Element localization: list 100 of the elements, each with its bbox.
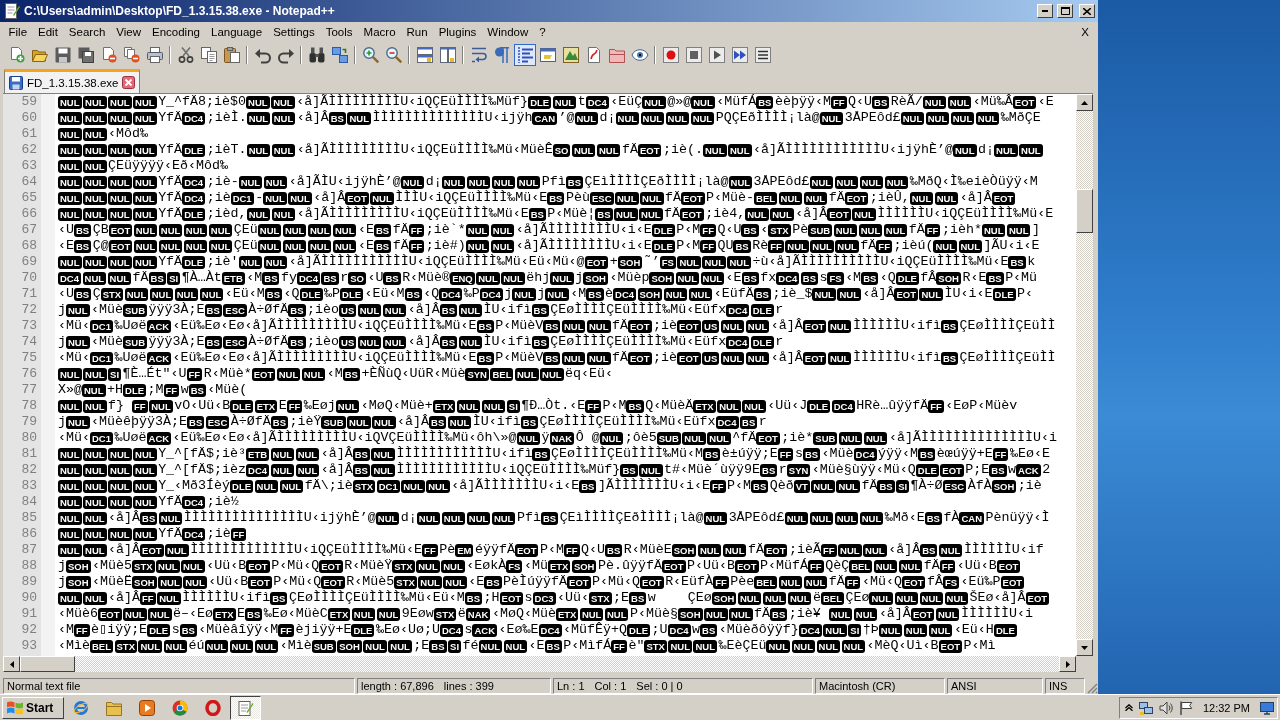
code-text: ‹å]ÃÌÌÌÌÌÌÌÌÌU‹iQÇEüÌÌÌÌ‰Müf} xyxy=(296,94,529,110)
notepad-icon[interactable] xyxy=(230,695,261,720)
control-char: FF xyxy=(924,223,941,237)
code-text: ‹MøQ‹Müè+ xyxy=(360,398,433,414)
wheel-icon[interactable] xyxy=(171,699,188,716)
close-button[interactable] xyxy=(1079,4,1095,18)
clipboard-icon[interactable] xyxy=(223,46,240,63)
scrollbar-thumb[interactable] xyxy=(1076,189,1093,233)
menu-item[interactable]: Window xyxy=(481,24,534,40)
menu-item[interactable]: Run xyxy=(401,24,434,40)
control-char: BS xyxy=(328,111,346,125)
menu-item[interactable]: Tools xyxy=(320,24,359,40)
control-char: DC4 xyxy=(667,623,691,637)
start-button[interactable]: Start xyxy=(2,696,64,719)
control-char: NUL xyxy=(953,143,977,157)
scroll-right-button[interactable] xyxy=(1059,656,1076,672)
zoom-in-icon[interactable] xyxy=(362,46,379,63)
network-icon[interactable] xyxy=(1138,700,1153,715)
scissors-icon[interactable] xyxy=(177,46,194,63)
minimize-button[interactable] xyxy=(1037,4,1053,18)
ring-icon[interactable] xyxy=(204,699,221,716)
code-text: ;ôè5 xyxy=(624,430,657,446)
code-text: ÌU‹i‹E xyxy=(944,286,993,302)
control-char: NUL xyxy=(642,95,666,109)
fast-forward-icon[interactable] xyxy=(731,46,748,63)
menu-item[interactable]: Settings xyxy=(267,24,321,40)
side-windows-icon[interactable] xyxy=(439,46,456,63)
close-document-control[interactable]: X xyxy=(1077,24,1093,40)
undo-icon[interactable] xyxy=(254,46,271,63)
control-char: ENQ xyxy=(450,271,475,285)
maximize-button[interactable] xyxy=(1057,4,1073,18)
control-char: BS xyxy=(374,239,392,253)
stacked-windows-icon[interactable] xyxy=(416,46,433,63)
squares-arrow-icon[interactable] xyxy=(331,46,348,63)
control-char: NUL xyxy=(375,511,400,525)
notepad-icon[interactable] xyxy=(4,3,20,19)
menu-item[interactable]: Macro xyxy=(358,24,402,40)
record-icon[interactable] xyxy=(662,46,679,63)
word-wrap-icon[interactable] xyxy=(470,46,487,63)
redo-icon[interactable] xyxy=(277,46,294,63)
folder-icon[interactable] xyxy=(105,699,122,716)
file-minus-icon[interactable] xyxy=(100,46,117,63)
window-icon[interactable] xyxy=(539,46,556,63)
play-tile-icon[interactable] xyxy=(138,699,155,716)
code-text: ‹å]Â xyxy=(888,542,921,558)
control-char: NUL xyxy=(388,639,412,653)
menu-item[interactable]: View xyxy=(110,24,147,40)
vertical-scrollbar[interactable] xyxy=(1076,94,1093,656)
map-icon[interactable] xyxy=(562,46,579,63)
files-minus-icon[interactable] xyxy=(123,46,140,63)
curve-document-icon[interactable] xyxy=(585,46,602,63)
control-char: BS xyxy=(352,447,370,461)
zoom-out-icon[interactable] xyxy=(385,46,402,63)
horizontal-scrollbar[interactable] xyxy=(3,656,1076,672)
resize-grip-icon[interactable] xyxy=(1087,683,1098,694)
control-char: EOT xyxy=(1000,575,1025,589)
scroll-down-button[interactable] xyxy=(1076,639,1093,656)
control-char: NUL xyxy=(295,447,320,461)
play-icon[interactable] xyxy=(708,46,725,63)
eye-icon[interactable] xyxy=(631,46,648,63)
menu-item[interactable]: File xyxy=(3,24,33,40)
scrollbar-thumb[interactable] xyxy=(20,656,75,672)
flag-icon[interactable] xyxy=(1178,700,1193,715)
control-char: NUL xyxy=(133,527,157,541)
menu-item[interactable]: Edit xyxy=(32,24,64,40)
control-char: BS xyxy=(321,271,339,285)
menu-item[interactable]: Plugins xyxy=(433,24,482,40)
binoculars-icon[interactable] xyxy=(308,46,325,63)
menu-item[interactable]: Search xyxy=(63,24,111,40)
menu-item[interactable]: ? xyxy=(533,24,552,40)
control-char: NUL xyxy=(58,175,82,189)
orbit-icon[interactable] xyxy=(72,699,89,716)
code-text: fÄ xyxy=(908,222,925,238)
copy-icon[interactable] xyxy=(200,46,217,63)
speaker-icon[interactable] xyxy=(1158,700,1173,715)
monitor-icon[interactable] xyxy=(1260,700,1274,715)
menu-item[interactable]: Encoding xyxy=(146,24,206,40)
scroll-left-button[interactable] xyxy=(3,656,20,672)
floppy-disks-icon[interactable] xyxy=(77,46,94,63)
control-char: ESC xyxy=(589,191,614,205)
control-char: NUL xyxy=(58,367,82,381)
text-area[interactable] xyxy=(55,94,1076,656)
control-char: US xyxy=(339,303,357,317)
code-text: ‹å]Â xyxy=(296,110,329,126)
folder-icon[interactable] xyxy=(608,46,625,63)
stop-icon[interactable] xyxy=(685,46,702,63)
scroll-up-button[interactable] xyxy=(1076,94,1093,111)
menu-item[interactable]: Language xyxy=(205,24,268,40)
printer-icon[interactable] xyxy=(146,46,163,63)
chevron-up-icon[interactable] xyxy=(1124,704,1133,711)
pilcrow-icon[interactable] xyxy=(493,46,510,63)
file-tab[interactable]: FD_1.3.15.38.exe xyxy=(4,69,141,93)
control-char: NUL xyxy=(83,143,107,157)
code-text: ‹U xyxy=(58,286,74,302)
close-icon[interactable] xyxy=(122,76,136,89)
list-icon[interactable] xyxy=(754,46,771,63)
control-char: NUL xyxy=(108,111,132,125)
file-plus-icon[interactable] xyxy=(8,46,25,63)
indent-guide-icon[interactable] xyxy=(513,43,536,66)
code-text: P‹MìfÁ xyxy=(563,638,612,654)
